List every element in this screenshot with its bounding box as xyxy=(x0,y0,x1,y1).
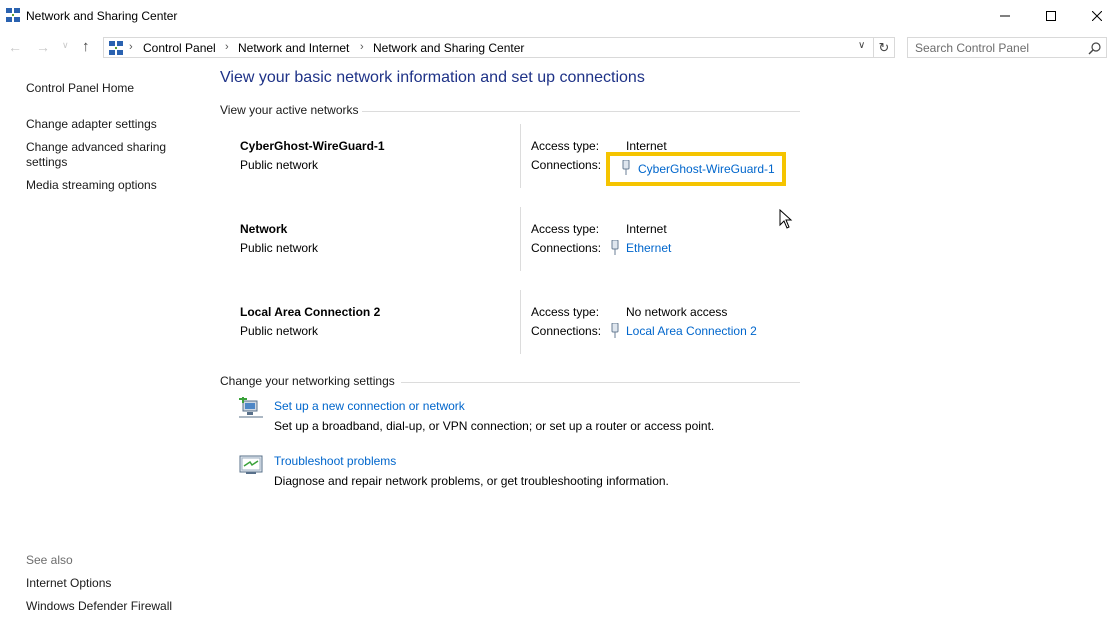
breadcrumb-network-and-sharing-center[interactable]: Network and Sharing Center xyxy=(373,41,524,55)
network-category-link[interactable]: Public network xyxy=(240,158,318,172)
new-connection-icon xyxy=(239,397,263,418)
media-streaming-options-link[interactable]: Media streaming options xyxy=(26,178,157,193)
search-icon[interactable] xyxy=(1088,41,1102,55)
forward-arrow-icon[interactable]: → xyxy=(36,39,52,57)
see-also-label: See also xyxy=(26,553,73,567)
change-adapter-settings-link[interactable]: Change adapter settings xyxy=(26,117,157,132)
maximize-button[interactable] xyxy=(1028,0,1074,32)
cyberghost-connection-link[interactable]: CyberGhost-WireGuard-1 xyxy=(638,162,775,176)
task-description: Diagnose and repair network problems, or… xyxy=(274,474,669,488)
change-settings-heading: Change your networking settings xyxy=(220,374,395,388)
network-name: Local Area Connection 2 xyxy=(240,305,381,319)
connections-label: Connections: xyxy=(531,241,602,255)
search-input[interactable] xyxy=(908,38,1090,57)
local-area-connection-link[interactable]: Local Area Connection 2 xyxy=(626,324,757,338)
access-type-label: Access type: xyxy=(531,305,600,319)
address-bar[interactable]: › Control Panel › Network and Internet ›… xyxy=(103,37,874,58)
active-networks-heading: View your active networks xyxy=(220,103,359,117)
network-center-icon xyxy=(6,8,20,22)
set-up-new-connection-link[interactable]: Set up a new connection or network xyxy=(274,399,465,413)
network-divider xyxy=(520,124,521,188)
breadcrumb-separator-icon[interactable]: › xyxy=(129,41,133,53)
network-name: Network xyxy=(240,222,288,236)
window-title: Network and Sharing Center xyxy=(26,9,178,23)
network-adapter-icon xyxy=(622,160,630,175)
network-divider xyxy=(520,290,521,354)
change-advanced-sharing-settings-link[interactable]: Change advanced sharing settings xyxy=(26,140,186,170)
section-divider xyxy=(401,382,800,383)
control-panel-home-link[interactable]: Control Panel Home xyxy=(26,81,134,96)
network-adapter-icon xyxy=(611,240,619,255)
up-arrow-icon[interactable]: ↑ xyxy=(82,38,98,56)
task-description: Set up a broadband, dial-up, or VPN conn… xyxy=(274,419,715,433)
close-button[interactable] xyxy=(1074,0,1115,32)
section-divider xyxy=(362,111,800,112)
breadcrumb-separator-icon[interactable]: › xyxy=(360,41,364,53)
back-arrow-icon[interactable]: ← xyxy=(8,39,24,57)
maximize-icon xyxy=(1046,11,1056,21)
network-category-link[interactable]: Public network xyxy=(240,241,318,255)
minimize-button[interactable] xyxy=(982,0,1028,32)
close-icon xyxy=(1092,11,1102,21)
connections-label: Connections: xyxy=(531,324,602,338)
access-type-value: Internet xyxy=(626,222,667,236)
windows-defender-firewall-link[interactable]: Windows Defender Firewall xyxy=(26,599,172,614)
breadcrumb-network-and-internet[interactable]: Network and Internet xyxy=(238,41,349,55)
title-bar: Network and Sharing Center xyxy=(0,0,1115,32)
search-box[interactable] xyxy=(907,37,1107,58)
chevron-down-icon[interactable]: ∨ xyxy=(858,40,865,51)
access-type-label: Access type: xyxy=(531,222,600,236)
mouse-cursor-icon xyxy=(779,209,793,229)
network-category-link[interactable]: Public network xyxy=(240,324,318,338)
refresh-icon[interactable]: ↻ xyxy=(874,37,895,58)
network-center-icon xyxy=(109,41,123,55)
troubleshoot-icon xyxy=(239,455,263,474)
network-divider xyxy=(520,207,521,271)
access-type-label: Access type: xyxy=(531,139,600,153)
troubleshoot-problems-link[interactable]: Troubleshoot problems xyxy=(274,454,396,468)
recent-locations-chevron-icon[interactable]: ∨ xyxy=(62,40,72,56)
ethernet-connection-link[interactable]: Ethernet xyxy=(626,241,671,255)
page-title: View your basic network information and … xyxy=(220,69,645,86)
network-adapter-icon xyxy=(611,323,619,338)
connections-label: Connections: xyxy=(531,158,602,172)
access-type-value: Internet xyxy=(626,139,667,153)
minimize-icon xyxy=(1000,15,1010,17)
network-name: CyberGhost-WireGuard-1 xyxy=(240,139,385,153)
breadcrumb-separator-icon[interactable]: › xyxy=(225,41,229,53)
breadcrumb-control-panel[interactable]: Control Panel xyxy=(143,41,216,55)
internet-options-link[interactable]: Internet Options xyxy=(26,576,111,591)
access-type-value: No network access xyxy=(626,305,728,319)
